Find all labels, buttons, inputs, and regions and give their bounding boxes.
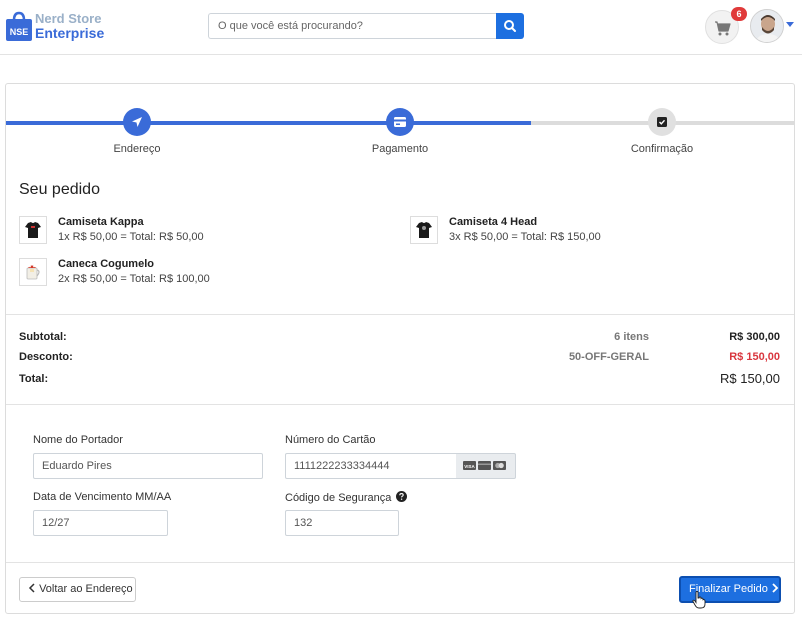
divider <box>6 562 794 563</box>
step-confirmacao[interactable] <box>648 108 676 136</box>
subtotal-value: R$ 300,00 <box>729 331 780 343</box>
top-navbar: NSE Nerd Store Enterprise O que você est… <box>0 0 802 55</box>
card-number-field[interactable]: 1111222233334444 <box>285 453 457 479</box>
tshirt-icon <box>25 222 41 238</box>
holder-label: Nome do Portador <box>33 434 123 446</box>
cvv-label: Código de Segurança <box>285 491 408 504</box>
product-thumbnail <box>19 216 47 244</box>
brand-name-line1: Nerd Store <box>35 11 102 26</box>
credit-card-icon <box>394 117 406 127</box>
check-square-icon <box>657 117 667 127</box>
list-item: Camiseta 4 Head 3x R$ 50,00 = Total: R$ … <box>410 216 710 250</box>
expiry-label: Data de Vencimento MM/AA <box>33 491 172 503</box>
card-number-label: Número do Cartão <box>285 434 376 446</box>
cart-count-badge: 6 <box>731 7 747 21</box>
item-detail: 2x R$ 50,00 = Total: R$ 100,00 <box>58 273 210 285</box>
brand-name-line2: Enterprise <box>35 25 105 41</box>
svg-text:VISA: VISA <box>464 464 475 469</box>
item-detail: 1x R$ 50,00 = Total: R$ 50,00 <box>58 231 204 243</box>
step-endereco[interactable] <box>123 108 151 136</box>
back-button-label: Voltar ao Endereço <box>39 583 133 595</box>
search-bar: O que você está procurando? <box>208 13 524 39</box>
search-input[interactable]: O que você está procurando? <box>208 13 497 39</box>
tshirt-icon <box>416 222 432 238</box>
card-brands-addon: VISA <box>456 453 516 479</box>
total-label: Total: <box>19 373 49 385</box>
svg-text:NSE: NSE <box>10 27 29 37</box>
search-icon <box>504 20 516 32</box>
expiry-field[interactable]: 12/27 <box>33 510 168 536</box>
cvv-label-text: Código de Segurança <box>285 492 392 504</box>
chevron-down-icon[interactable] <box>786 22 794 27</box>
subtotal-label: Subtotal: <box>19 331 67 343</box>
order-title: Seu pedido <box>19 181 100 198</box>
user-photo-icon <box>751 10 783 42</box>
product-thumbnail <box>19 258 47 286</box>
list-item: Caneca Cogumelo 2x R$ 50,00 = Total: R$ … <box>19 258 319 292</box>
discount-code: 50-OFF-GERAL <box>568 351 649 363</box>
progress-fill <box>6 121 531 125</box>
discount-label: Desconto: <box>19 351 73 363</box>
cvv-field[interactable]: 132 <box>285 510 399 536</box>
step-label-confirmacao: Confirmação <box>630 143 694 155</box>
chevron-left-icon <box>28 583 35 593</box>
back-to-address-button[interactable]: Voltar ao Endereço <box>19 577 136 602</box>
hand-pointer-cursor-icon <box>692 591 706 609</box>
item-detail: 3x R$ 50,00 = Total: R$ 150,00 <box>449 231 601 243</box>
card-brands-icon: VISA <box>463 461 506 470</box>
list-item: Camiseta Kappa 1x R$ 50,00 = Total: R$ 5… <box>19 216 319 250</box>
item-name: Camiseta 4 Head <box>449 216 538 228</box>
divider <box>6 404 794 405</box>
question-circle-icon[interactable] <box>396 491 408 502</box>
location-arrow-icon <box>132 117 142 127</box>
avatar[interactable] <box>750 9 784 43</box>
item-name: Camiseta Kappa <box>58 216 144 228</box>
chevron-right-icon <box>772 583 779 593</box>
holder-name-field[interactable]: Eduardo Pires <box>33 453 263 479</box>
search-button[interactable] <box>496 13 524 39</box>
total-value: R$ 150,00 <box>720 371 780 386</box>
step-pagamento[interactable] <box>386 108 414 136</box>
subtotal-count: 6 itens <box>614 331 649 343</box>
step-label-pagamento: Pagamento <box>371 143 429 155</box>
checkout-card: Endereço Pagamento Confirmação Seu pedid… <box>5 83 795 614</box>
step-label-endereco: Endereço <box>113 143 161 155</box>
divider <box>6 314 794 315</box>
mug-icon <box>26 265 40 280</box>
brand-logo[interactable]: NSE Nerd Store Enterprise <box>6 11 106 43</box>
product-thumbnail <box>410 216 438 244</box>
shopping-bag-logo-icon: NSE <box>6 11 32 41</box>
item-name: Caneca Cogumelo <box>58 258 154 270</box>
discount-value: R$ 150,00 <box>729 351 780 363</box>
